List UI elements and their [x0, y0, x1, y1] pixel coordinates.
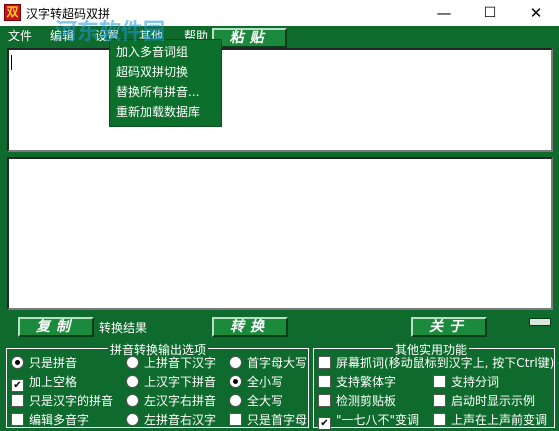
- option-word-segmentation[interactable]: 支持分词: [433, 373, 499, 391]
- option-add-spaces[interactable]: ✔ 加上空格: [11, 373, 78, 392]
- convert-result-label: 转换结果: [99, 321, 148, 335]
- copy-button[interactable]: 复制: [18, 317, 94, 337]
- option-edit-polyphone[interactable]: 编辑多音字: [11, 411, 89, 429]
- menu-item-reload-database[interactable]: 重新加载数据库: [116, 102, 200, 122]
- radio-icon: [229, 394, 242, 407]
- option-label: 支持繁体字: [336, 375, 397, 389]
- app-icon: 双: [4, 4, 21, 21]
- watermark: 河东软件园: [55, 20, 166, 45]
- checkbox-icon: [433, 413, 446, 426]
- option-third-tone-sandhi[interactable]: 上声在上声前变调: [433, 411, 554, 429]
- checkbox-icon: [318, 375, 331, 388]
- option-hanzi-pinyin-only[interactable]: 只是汉字的拼音: [11, 392, 113, 410]
- convert-button[interactable]: 转换: [212, 317, 288, 337]
- radio-icon: [126, 375, 139, 388]
- checkbox-checked-icon: ✔: [318, 417, 331, 429]
- collapse-toggle[interactable]: [529, 318, 551, 326]
- about-button[interactable]: 关于: [411, 317, 487, 337]
- option-label: 左汉字右拼音: [144, 394, 217, 408]
- option-pinyin-left[interactable]: 左拼音右汉字: [126, 411, 216, 429]
- minimize-button[interactable]: —: [421, 0, 467, 26]
- close-button[interactable]: ✕: [513, 0, 559, 26]
- checkbox-icon: [433, 375, 446, 388]
- option-label: 屏幕抓词(移动鼠标到汉字上, 按下Ctrl键): [336, 356, 554, 370]
- option-label: 首字母大写: [247, 356, 308, 370]
- option-label: 支持分词: [451, 375, 500, 389]
- option-traditional[interactable]: 支持繁体字: [318, 373, 396, 391]
- option-detect-clipboard[interactable]: 检测剪贴板: [318, 392, 396, 410]
- option-all-uppercase[interactable]: 全大写: [229, 392, 283, 410]
- paste-button[interactable]: 粘贴: [212, 28, 287, 48]
- option-pinyin-above[interactable]: 上拼音下汉字: [126, 354, 216, 372]
- option-label: 加上空格: [29, 375, 78, 389]
- output-textarea[interactable]: [7, 157, 553, 310]
- radio-icon: [229, 375, 242, 388]
- checkbox-icon: [11, 394, 24, 407]
- radio-icon: [11, 356, 24, 369]
- option-label: 检测剪贴板: [336, 394, 397, 408]
- menu-item-replace-pinyin[interactable]: 替换所有拼音...: [116, 82, 199, 102]
- option-label: 只是首字母: [247, 413, 308, 427]
- option-tone-sandhi-yi-qi-ba-bu[interactable]: ✔ "一七八不"变调: [318, 411, 432, 429]
- maximize-button[interactable]: ☐: [467, 0, 513, 26]
- radio-icon: [126, 394, 139, 407]
- text-caret: [11, 55, 12, 70]
- radio-icon: [126, 356, 139, 369]
- option-label: 上声在上声前变调: [451, 413, 548, 427]
- option-screen-capture[interactable]: 屏幕抓词(移动鼠标到汉字上, 按下Ctrl键): [318, 354, 554, 372]
- option-label: "一七八不"变调: [336, 413, 420, 427]
- checkbox-icon: [318, 356, 331, 369]
- menu-file[interactable]: 文件: [8, 26, 32, 46]
- menu-item-toggle-shuangpin[interactable]: 超码双拼切换: [116, 62, 188, 82]
- option-hanzi-left[interactable]: 左汉字右拼音: [126, 392, 216, 410]
- option-label: 上汉字下拼音: [144, 375, 217, 389]
- option-label: 上拼音下汉字: [144, 356, 217, 370]
- checkbox-icon: [318, 394, 331, 407]
- option-all-lowercase[interactable]: 全小写: [229, 373, 283, 391]
- option-label: 全大写: [247, 394, 284, 408]
- option-label: 只是拼音: [29, 356, 78, 370]
- radio-icon: [229, 356, 242, 369]
- option-label: 左拼音右汉字: [144, 413, 217, 427]
- input-textarea[interactable]: [7, 48, 553, 152]
- option-label: 只是汉字的拼音: [29, 394, 114, 408]
- checkbox-icon: [433, 394, 446, 407]
- option-label: 编辑多音字: [29, 413, 90, 427]
- checkbox-checked-icon: ✔: [11, 379, 24, 392]
- settings-dropdown-menu: 加入多音词组 超码双拼切换 替换所有拼音... 重新加载数据库: [109, 39, 222, 127]
- option-show-example[interactable]: 启动时显示示例: [433, 392, 535, 410]
- option-pinyin-only[interactable]: 只是拼音: [11, 354, 77, 372]
- checkbox-icon: [11, 413, 24, 426]
- option-capitalize-first[interactable]: 首字母大写: [229, 354, 307, 372]
- option-hanzi-above[interactable]: 上汉字下拼音: [126, 373, 216, 391]
- radio-icon: [126, 413, 139, 426]
- option-label: 启动时显示示例: [451, 394, 536, 408]
- checkbox-icon: [229, 413, 242, 426]
- option-initials-only[interactable]: 只是首字母: [229, 411, 307, 429]
- option-label: 全小写: [247, 375, 284, 389]
